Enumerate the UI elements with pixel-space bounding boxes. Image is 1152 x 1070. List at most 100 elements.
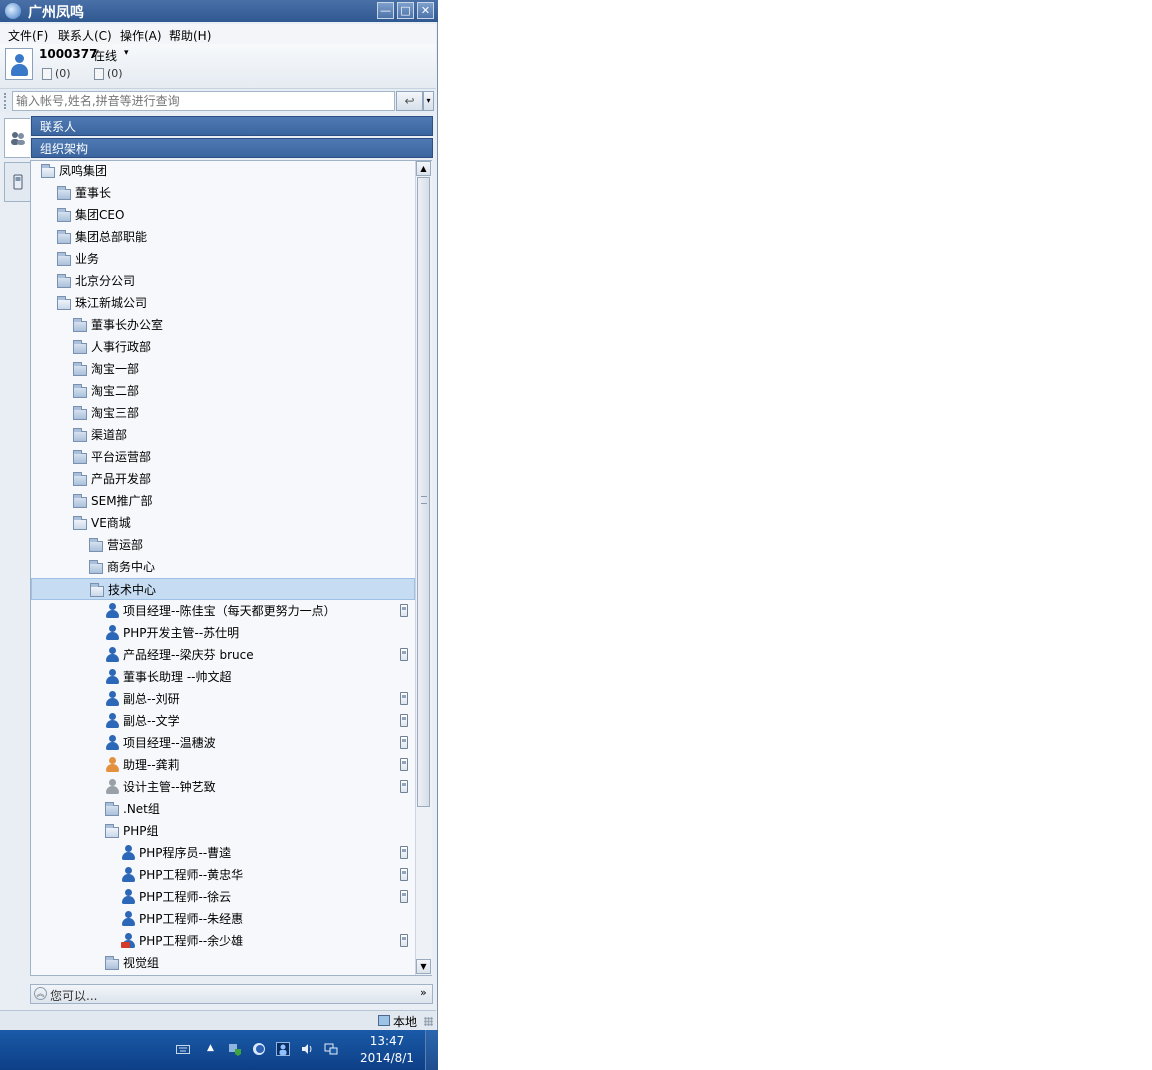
avatar[interactable] — [5, 48, 33, 80]
tree-item-label: VE商城 — [91, 516, 131, 530]
display-network-icon[interactable] — [324, 1042, 338, 1056]
tree-contact[interactable]: PHP工程师--徐云 — [31, 886, 415, 908]
menu-file[interactable]: 文件(F) — [8, 27, 48, 44]
scroll-thumb[interactable] — [417, 177, 430, 807]
tab-contacts-group[interactable] — [4, 118, 30, 158]
search-options-dropdown[interactable]: ▾ — [423, 91, 434, 111]
tree-folder[interactable]: 集团CEO — [31, 204, 415, 226]
menu-actions[interactable]: 操作(A) — [120, 27, 162, 44]
tree-item-label: 技术中心 — [108, 583, 157, 597]
tree-folder[interactable]: PHP组 — [31, 820, 415, 842]
you-can-label: 您可以... — [50, 989, 98, 1003]
mail-icon[interactable] — [94, 68, 104, 80]
scroll-up-button[interactable]: ▲ — [416, 161, 431, 176]
header-contacts[interactable]: 联系人 — [31, 116, 433, 136]
mobile-phone-icon[interactable] — [400, 648, 408, 661]
tree-folder[interactable]: SEM推广部 — [31, 490, 415, 512]
tree-contact[interactable]: 副总--刘研 — [31, 688, 415, 710]
tree-folder[interactable]: 集团总部职能 — [31, 226, 415, 248]
resize-grip[interactable] — [424, 1017, 433, 1026]
tree-folder[interactable]: 技术中心 — [31, 578, 415, 600]
tree-contact[interactable]: PHP开发主管--苏仕明 — [31, 622, 415, 644]
taskbar: ▲ 13:47 2014/8/1 — [0, 1030, 439, 1070]
tree-folder[interactable]: 淘宝二部 — [31, 380, 415, 402]
tree-contact[interactable]: PHP工程师--黄忠华 — [31, 864, 415, 886]
title-bar[interactable]: 广州凤鸣 — □ ✕ — [0, 0, 438, 22]
mobile-phone-icon[interactable] — [400, 780, 408, 793]
search-input[interactable] — [12, 91, 395, 111]
tree-contact[interactable]: PHP工程师--余少雄 — [31, 930, 415, 952]
mobile-phone-icon[interactable] — [400, 890, 408, 903]
status-dropdown-icon[interactable]: ▾ — [124, 48, 129, 58]
message-icon[interactable] — [42, 68, 52, 80]
mobile-phone-icon[interactable] — [400, 714, 408, 727]
user-id: 1000377 — [39, 47, 98, 61]
folder-open-icon — [57, 296, 71, 310]
tree-folder[interactable]: 业务 — [31, 248, 415, 270]
tree-contact[interactable]: 项目经理--陈佳宝（每天都更努力一点） — [31, 600, 415, 622]
keyboard-icon[interactable] — [176, 1042, 190, 1056]
tree-folder[interactable]: 营运部 — [31, 534, 415, 556]
menu-contacts[interactable]: 联系人(C) — [58, 27, 112, 44]
tree-contact[interactable]: 董事长助理 --帅文超 — [31, 666, 415, 688]
menu-help[interactable]: 帮助(H) — [169, 27, 211, 44]
tree-contact[interactable]: 项目经理--温穗波 — [31, 732, 415, 754]
tree-contact[interactable]: 设计主管--钟艺致 — [31, 776, 415, 798]
header-org-structure[interactable]: 组织架构 — [31, 138, 433, 158]
tree-item-label: 项目经理--温穗波 — [123, 736, 216, 750]
tree-folder[interactable]: 董事长 — [31, 182, 415, 204]
tree-folder[interactable]: 产品开发部 — [31, 468, 415, 490]
mobile-phone-icon[interactable] — [400, 846, 408, 859]
tree-contact[interactable]: 副总--文学 — [31, 710, 415, 732]
tree-folder[interactable]: 商务中心 — [31, 556, 415, 578]
tree-contact[interactable]: 助理--龚莉 — [31, 754, 415, 776]
clock[interactable]: 13:47 2014/8/1 — [352, 1033, 422, 1067]
more-icon[interactable]: » — [420, 986, 427, 999]
mobile-phone-icon[interactable] — [400, 758, 408, 771]
tree-folder[interactable]: 淘宝三部 — [31, 402, 415, 424]
mobile-phone-icon[interactable] — [400, 736, 408, 749]
tree-folder[interactable]: VE商城 — [31, 512, 415, 534]
folder-icon — [73, 494, 87, 508]
tree-folder[interactable]: 视觉组 — [31, 952, 415, 974]
mobile-phone-icon[interactable] — [400, 604, 408, 617]
tree-folder[interactable]: .Net组 — [31, 798, 415, 820]
mobile-phone-icon[interactable] — [400, 934, 408, 947]
mobile-phone-icon[interactable] — [400, 868, 408, 881]
user-blue-icon — [121, 889, 135, 904]
show-desktop-button[interactable] — [425, 1030, 439, 1070]
network-shield-icon[interactable] — [228, 1042, 242, 1056]
maximize-button[interactable]: □ — [397, 2, 414, 19]
user-status[interactable]: 在线 — [93, 47, 117, 64]
minimize-button[interactable]: — — [377, 2, 394, 19]
toolbar-grip — [4, 93, 8, 109]
tree-folder[interactable]: 董事长办公室 — [31, 314, 415, 336]
tree-folder[interactable]: 渠道部 — [31, 424, 415, 446]
tree-folder[interactable]: 珠江新城公司 — [31, 292, 415, 314]
app-logo-icon — [5, 3, 21, 19]
folder-icon — [57, 274, 71, 288]
tree-contact[interactable]: PHP工程师--朱经惠 — [31, 908, 415, 930]
folder-icon — [73, 406, 87, 420]
close-button[interactable]: ✕ — [417, 2, 434, 19]
group-icon — [11, 132, 25, 145]
scroll-down-button[interactable]: ▼ — [416, 959, 431, 974]
tree-folder[interactable]: 人事行政部 — [31, 336, 415, 358]
you-can-panel[interactable]: ︽ 您可以... » — [30, 984, 433, 1004]
tree-folder[interactable]: 凤鸣集团 — [31, 161, 415, 182]
tray-expand-icon[interactable]: ▲ — [207, 1043, 214, 1053]
folder-icon — [89, 560, 103, 574]
user-status-tray-icon[interactable] — [276, 1042, 290, 1056]
volume-icon[interactable] — [300, 1042, 314, 1056]
tree-scrollbar[interactable]: ▲ ▼ — [415, 161, 432, 975]
tree-folder[interactable]: 北京分公司 — [31, 270, 415, 292]
tab-mobile[interactable] — [4, 162, 30, 202]
mobile-phone-icon[interactable] — [400, 692, 408, 705]
tree-contact[interactable]: 产品经理--梁庆芬 bruce — [31, 644, 415, 666]
tree-contact[interactable]: PHP程序员--曹逵 — [31, 842, 415, 864]
tree-folder[interactable]: 平台运营部 — [31, 446, 415, 468]
im-client-icon[interactable] — [252, 1042, 266, 1056]
expand-up-icon[interactable]: ︽ — [34, 987, 47, 1000]
search-button[interactable]: ↩ — [396, 91, 423, 111]
tree-folder[interactable]: 淘宝一部 — [31, 358, 415, 380]
